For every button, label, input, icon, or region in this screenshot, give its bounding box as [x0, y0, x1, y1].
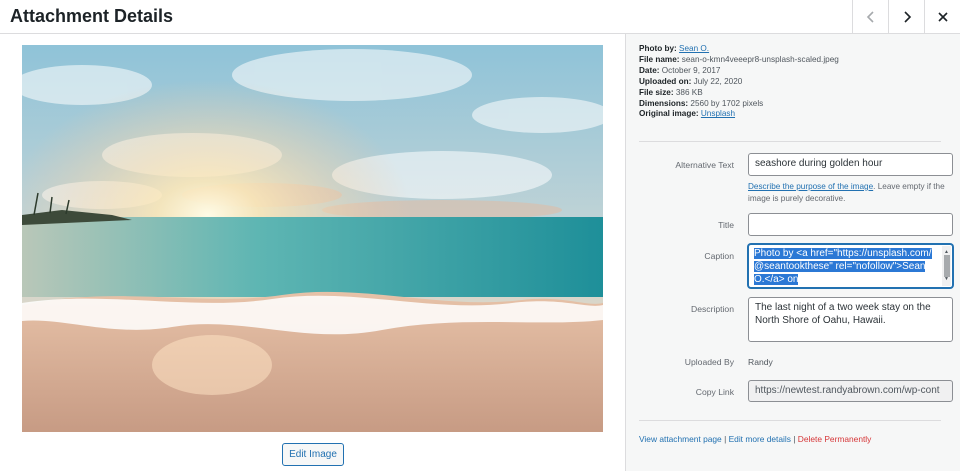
- meta-file-name: File name: sean-o-kmn4veeepr8-unsplash-s…: [639, 54, 839, 64]
- action-separator: |: [724, 434, 727, 444]
- scroll-down-icon[interactable]: ▼: [944, 273, 949, 286]
- describe-purpose-link[interactable]: Describe the purpose of the image: [748, 182, 873, 191]
- caption-textarea[interactable]: Photo by <a href="https://unsplash.com/@…: [748, 244, 953, 288]
- photographer-link[interactable]: Sean O.: [679, 44, 709, 53]
- attachment-image: [22, 45, 603, 432]
- title-input[interactable]: [748, 213, 953, 236]
- image-preview-pane: Edit Image: [0, 34, 625, 471]
- view-attachment-link[interactable]: View attachment page: [639, 434, 722, 444]
- alt-text-label: Alternative Text: [675, 160, 734, 170]
- delete-permanently-link[interactable]: Delete Permanently: [798, 434, 872, 444]
- meta-file-size: File size: 386 KB: [639, 87, 703, 97]
- chevron-right-icon: [903, 10, 911, 23]
- meta-photo-by: Photo by: Sean O.: [639, 44, 710, 53]
- close-button[interactable]: [924, 0, 960, 33]
- copy-link-label: Copy Link: [695, 387, 734, 397]
- action-separator: |: [793, 434, 796, 444]
- description-label: Description: [691, 304, 734, 314]
- alt-text-input[interactable]: seashore during golden hour: [748, 153, 953, 176]
- copy-link-input[interactable]: https://newtest.randyabrown.com/wp-cont: [748, 380, 953, 402]
- caption-scrollbar[interactable]: ▲ ▼: [942, 246, 951, 286]
- divider: [639, 420, 941, 421]
- edit-image-button[interactable]: Edit Image: [282, 443, 344, 466]
- meta-uploaded-on: Uploaded on: July 22, 2020: [639, 76, 743, 86]
- alt-text-help: Describe the purpose of the image. Leave…: [748, 182, 945, 203]
- caption-selected-text: Photo by <a href="https://unsplash.com/@…: [754, 248, 932, 285]
- edit-details-link[interactable]: Edit more details: [729, 434, 791, 444]
- file-metadata: Photo by: Sean O. File name: sean-o-kmn4…: [639, 44, 839, 120]
- caption-label: Caption: [704, 251, 734, 261]
- uploaded-by-value: Randy: [748, 357, 773, 367]
- attachment-actions: View attachment page | Edit more details…: [639, 434, 871, 444]
- modal-header: Attachment Details: [0, 0, 960, 34]
- uploaded-by-label: Uploaded By: [684, 357, 734, 367]
- description-textarea[interactable]: The last night of a two week stay on the…: [748, 297, 953, 342]
- close-icon: [937, 11, 948, 22]
- meta-date: Date: October 9, 2017: [639, 65, 721, 75]
- previous-button[interactable]: [852, 0, 888, 33]
- chevron-left-icon: [866, 10, 874, 23]
- next-button[interactable]: [888, 0, 924, 33]
- original-image-link[interactable]: Unsplash: [701, 109, 735, 118]
- divider: [639, 141, 941, 142]
- meta-dimensions: Dimensions: 2560 by 1702 pixels: [639, 98, 764, 108]
- details-panel: Photo by: Sean O. File name: sean-o-kmn4…: [625, 34, 960, 471]
- meta-original-image: Original image: Unsplash: [639, 109, 736, 119]
- page-title: Attachment Details: [10, 6, 174, 26]
- title-label: Title: [718, 220, 734, 230]
